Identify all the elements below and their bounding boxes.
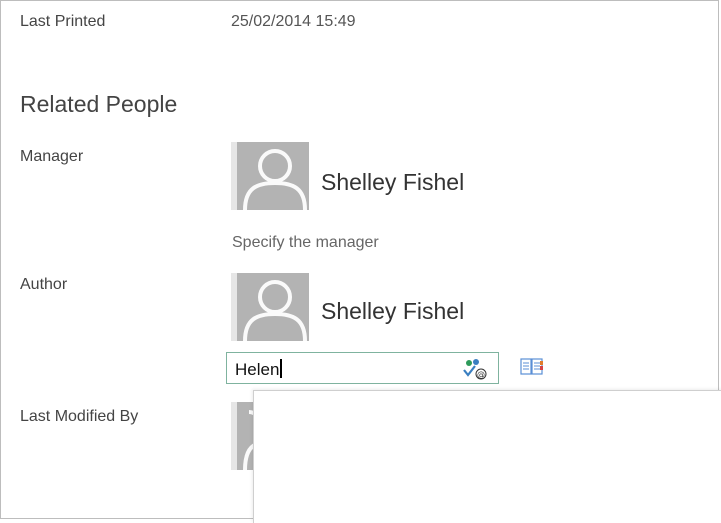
specify-manager-link[interactable]: Specify the manager [232, 234, 379, 252]
manager-label: Manager [20, 148, 84, 165]
last-printed-value: 25/02/2014 15:49 [231, 13, 356, 30]
add-author-input[interactable]: Helen [226, 352, 499, 384]
last-modified-by-label: Last Modified By [20, 408, 139, 425]
properties-panel: Last Printed 25/02/2014 15:49 Related Pe… [0, 0, 721, 523]
address-book-icon[interactable] [520, 357, 544, 377]
check-names-icon[interactable]: @ [461, 358, 487, 380]
author-name[interactable]: Shelley Fishel [321, 298, 464, 325]
author-avatar[interactable] [231, 273, 309, 341]
manager-name[interactable]: Shelley Fishel [321, 169, 464, 196]
related-people-heading: Related People [20, 91, 178, 117]
people-suggestions-dropdown[interactable] [253, 390, 721, 523]
last-printed-label: Last Printed [20, 13, 106, 30]
svg-text:@: @ [477, 370, 485, 379]
person-placeholder-icon [237, 142, 309, 210]
author-label: Author [20, 276, 68, 293]
manager-avatar[interactable] [231, 142, 309, 210]
text-caret [280, 359, 283, 378]
add-author-input-text: Helen [235, 360, 280, 379]
person-placeholder-icon [237, 273, 309, 341]
